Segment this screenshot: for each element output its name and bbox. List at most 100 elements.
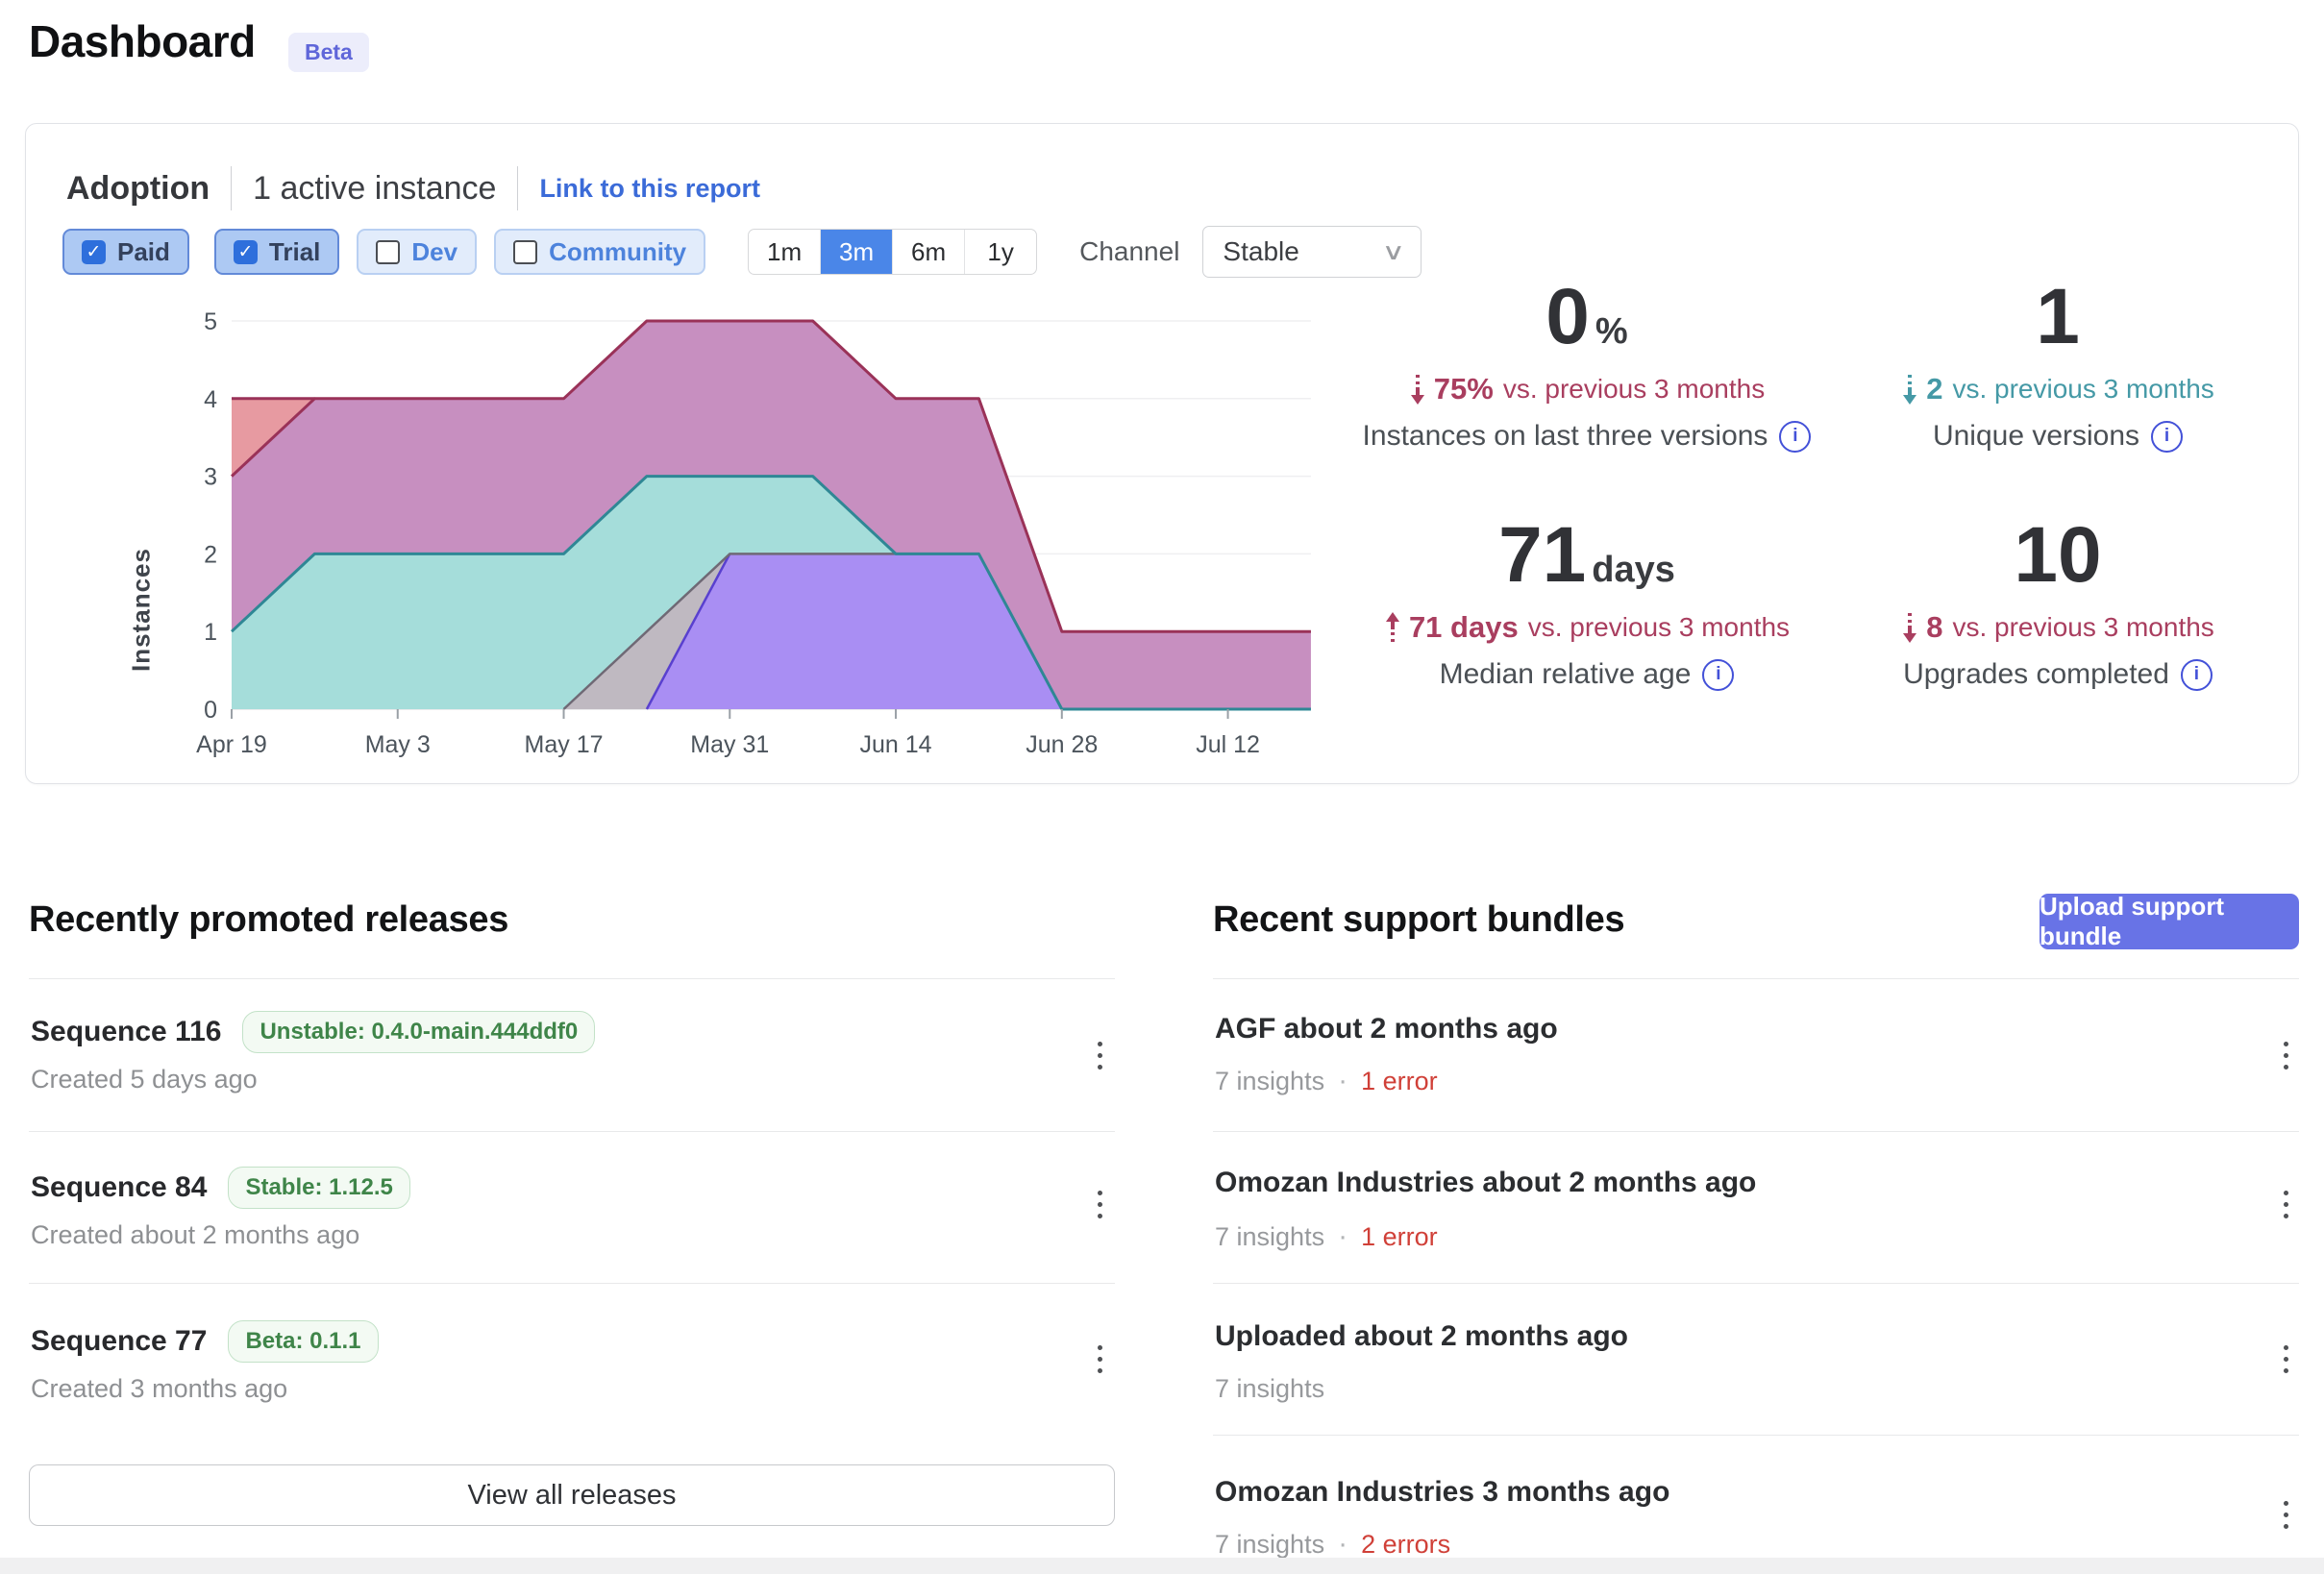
kebab-menu-icon[interactable] — [2264, 1489, 2307, 1539]
bundle-meta: 7 insights — [1215, 1374, 1324, 1404]
arrow-up-icon — [1384, 610, 1401, 645]
delta-value: 8 — [1926, 610, 1942, 645]
filter-trial[interactable]: Trial — [214, 229, 339, 275]
divider — [29, 978, 1115, 979]
error-count: 1 error — [1361, 1067, 1438, 1096]
stat-label: Median relative agei — [1327, 658, 1846, 691]
chart-svg: 012345Apr 19May 3May 17May 31Jun 14Jun 2… — [126, 304, 1356, 775]
kebab-menu-icon[interactable] — [1078, 1030, 1121, 1080]
kebab-menu-icon[interactable] — [2264, 1334, 2307, 1384]
checkbox-icon — [376, 240, 400, 264]
stat-label: Instances on last three versionsi — [1327, 420, 1846, 453]
dashboard-page: Dashboard Beta Adoption 1 active instanc… — [0, 0, 2324, 1574]
stat-upgrades-completed: 10 8 vs. previous 3 months Upgrades comp… — [1827, 516, 2288, 691]
divider — [29, 1283, 1115, 1284]
checkbox-icon — [82, 240, 106, 264]
x-tick-label: Jul 12 — [1196, 731, 1260, 758]
y-tick-label: 1 — [204, 619, 217, 646]
kebab-menu-icon[interactable] — [2264, 1030, 2307, 1080]
y-tick-label: 4 — [204, 386, 217, 413]
bundle-title[interactable]: Omozan Industries about 2 months ago — [1215, 1167, 1756, 1199]
checkbox-icon — [513, 240, 537, 264]
bundle-row-title: Uploaded about 2 months ago — [1215, 1320, 1628, 1353]
filter-dev[interactable]: Dev — [357, 229, 477, 275]
kebab-menu-icon[interactable] — [1078, 1179, 1121, 1229]
arrow-down-icon — [1901, 372, 1918, 406]
y-tick-label: 3 — [204, 464, 217, 491]
delta-value: 2 — [1926, 372, 1942, 406]
stat-value: 0% — [1327, 278, 1846, 357]
filter-label: Trial — [269, 237, 320, 267]
stat-delta: 71 days vs. previous 3 months — [1327, 610, 1846, 645]
x-tick-label: May 31 — [690, 731, 769, 758]
release-created: Created 5 days ago — [31, 1065, 258, 1094]
filter-community[interactable]: Community — [494, 229, 705, 275]
release-channel-badge: Stable: 1.12.5 — [228, 1167, 409, 1209]
bundle-row-title: AGF about 2 months ago — [1215, 1013, 1558, 1045]
info-icon[interactable]: i — [2181, 659, 2213, 691]
y-tick-label: 0 — [204, 697, 217, 724]
time-range-1m[interactable]: 1m — [749, 230, 821, 274]
stat-label: Upgrades completedi — [1827, 658, 2288, 691]
stat-instances-last-three-versions: 0% 75% vs. previous 3 months Instances o… — [1327, 278, 1846, 453]
release-title[interactable]: Sequence 77 — [31, 1325, 207, 1358]
info-icon[interactable]: i — [1779, 421, 1811, 453]
release-row-title: Sequence 84 Stable: 1.12.5 — [31, 1167, 410, 1209]
view-all-releases-button[interactable]: View all releases — [29, 1464, 1115, 1526]
insights-count: 7 insights — [1215, 1222, 1324, 1252]
y-tick-label: 5 — [204, 308, 217, 335]
time-range-1y[interactable]: 1y — [965, 230, 1036, 274]
release-row-title: Sequence 116 Unstable: 0.4.0-main.444ddf… — [31, 1011, 595, 1053]
bottom-strip — [0, 1558, 2324, 1574]
filter-paid[interactable]: Paid — [62, 229, 189, 275]
channel-select[interactable]: Stable ∨ — [1202, 226, 1422, 278]
stat-value: 1 — [1827, 278, 2288, 357]
bundle-title[interactable]: Omozan Industries 3 months ago — [1215, 1476, 1669, 1509]
chevron-down-icon: ∨ — [1381, 238, 1405, 266]
kebab-menu-icon[interactable] — [1078, 1334, 1121, 1384]
x-tick-label: May 3 — [365, 731, 431, 758]
x-tick-label: Jun 14 — [860, 731, 932, 758]
channel-label: Channel — [1079, 236, 1179, 267]
release-title[interactable]: Sequence 116 — [31, 1016, 221, 1048]
release-title[interactable]: Sequence 84 — [31, 1171, 207, 1204]
stat-label: Unique versionsi — [1827, 420, 2288, 453]
release-row-title: Sequence 77 Beta: 0.1.1 — [31, 1320, 379, 1363]
stat-delta: 75% vs. previous 3 months — [1327, 372, 1846, 406]
time-range-6m[interactable]: 6m — [893, 230, 965, 274]
bundle-title[interactable]: Uploaded about 2 months ago — [1215, 1320, 1628, 1353]
checkbox-icon — [234, 240, 258, 264]
delta-caption: vs. previous 3 months — [1952, 612, 2213, 643]
segment-label: 3m — [839, 237, 874, 267]
link-to-report[interactable]: Link to this report — [539, 174, 760, 204]
stat-value: 71days — [1327, 516, 1846, 595]
divider — [1213, 1435, 2299, 1436]
segment-label: 6m — [911, 237, 946, 267]
divider — [29, 1131, 1115, 1132]
dot-separator: · — [1338, 1065, 1347, 1097]
separator — [517, 166, 518, 210]
x-tick-label: Apr 19 — [196, 731, 267, 758]
arrow-down-icon — [1409, 372, 1426, 406]
release-created: Created about 2 months ago — [31, 1220, 359, 1250]
bundle-row-title: Omozan Industries 3 months ago — [1215, 1476, 1669, 1509]
upload-support-bundle-button[interactable]: Upload support bundle — [2040, 894, 2299, 949]
divider — [1213, 1283, 2299, 1284]
stat-delta: 2 vs. previous 3 months — [1827, 372, 2288, 406]
stat-delta: 8 vs. previous 3 months — [1827, 610, 2288, 645]
dot-separator: · — [1338, 1220, 1347, 1253]
time-range-3m[interactable]: 3m — [821, 230, 893, 274]
release-channel-badge: Beta: 0.1.1 — [228, 1320, 378, 1363]
info-icon[interactable]: i — [2151, 421, 2183, 453]
bundle-meta: 7 insights · 1 error — [1215, 1065, 1438, 1097]
adoption-title: Adoption — [66, 170, 210, 208]
info-icon[interactable]: i — [1702, 659, 1734, 691]
bundle-row-title: Omozan Industries about 2 months ago — [1215, 1167, 1756, 1199]
adoption-area-chart[interactable]: 012345Apr 19May 3May 17May 31Jun 14Jun 2… — [126, 304, 1356, 775]
bundle-title[interactable]: AGF about 2 months ago — [1215, 1013, 1558, 1045]
bundle-meta: 7 insights · 1 error — [1215, 1220, 1438, 1253]
kebab-menu-icon[interactable] — [2264, 1179, 2307, 1229]
arrow-down-icon — [1901, 610, 1918, 645]
beta-badge: Beta — [288, 33, 369, 72]
x-tick-label: Jun 28 — [1026, 731, 1098, 758]
